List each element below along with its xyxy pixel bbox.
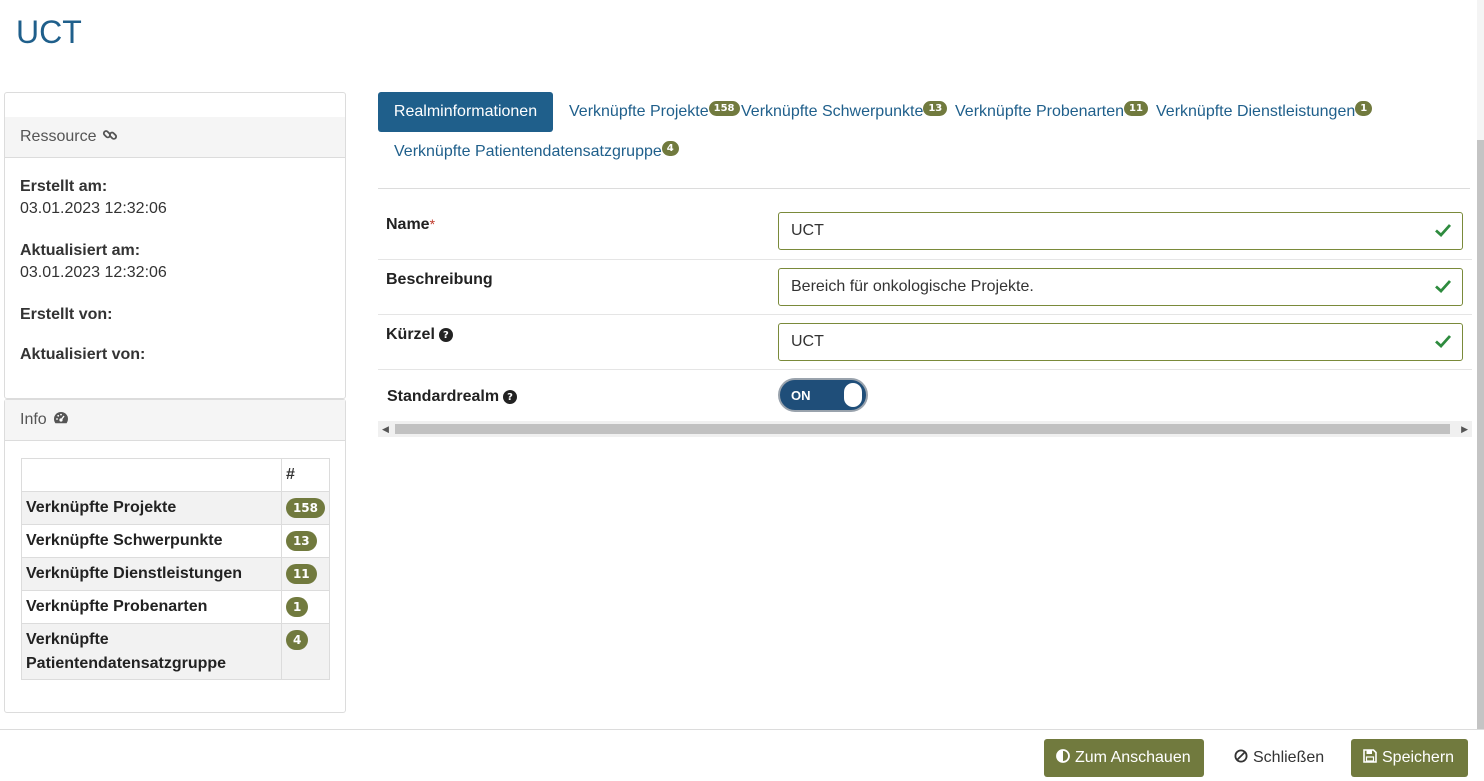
default-realm-label: Standardrealm ? xyxy=(387,388,518,406)
info-row-label: Verknüpfte Projekte xyxy=(21,491,282,525)
updated-at-value: 03.01.2023 12:32:06 xyxy=(20,264,167,281)
form-row-description: Beschreibung Bereich für onkologische Pr… xyxy=(378,260,1472,315)
table-row: Verknüpfte Schwerpunkte 13 xyxy=(21,524,331,558)
tab-linked-focus-areas[interactable]: Verknüpfte Schwerpunkte 13 xyxy=(741,101,948,121)
ban-icon xyxy=(1234,749,1248,768)
close-button-label: Schließen xyxy=(1253,749,1325,766)
scrollbar-thumb[interactable] xyxy=(395,424,1450,434)
tab-label: Verknüpfte Patientendatensatzgruppe xyxy=(394,143,662,160)
tab-count-badge: 1 xyxy=(1355,101,1373,116)
tab-label: Verknüpfte Schwerpunkte xyxy=(741,103,924,120)
view-button[interactable]: Zum Anschauen xyxy=(1044,739,1204,777)
count-badge: 1 xyxy=(285,597,309,617)
tab-count-badge: 11 xyxy=(1124,101,1148,116)
updated-at-label: Aktualisiert am: xyxy=(20,242,141,259)
info-panel-heading: Info xyxy=(5,400,345,441)
name-input[interactable]: UCT xyxy=(778,212,1463,250)
default-realm-label-text: Standardrealm xyxy=(387,388,500,405)
tab-count-badge: 4 xyxy=(661,141,679,156)
tab-count-badge: 158 xyxy=(708,101,740,116)
form-row-abbreviation: Kürzel ? UCT xyxy=(378,315,1472,370)
info-row-label: Verknüpfte Probenarten xyxy=(21,590,282,624)
count-badge: 158 xyxy=(285,498,325,518)
check-icon xyxy=(1434,332,1452,355)
check-icon xyxy=(1434,221,1452,244)
toggle-state-label: ON xyxy=(791,387,811,403)
description-input[interactable]: Bereich für onkologische Projekte. xyxy=(778,268,1463,306)
abbreviation-label-text: Kürzel xyxy=(386,326,435,343)
tab-linked-projects[interactable]: Verknüpfte Projekte 158 xyxy=(569,101,740,121)
tabs-divider xyxy=(378,188,1470,189)
created-at-label: Erstellt am: xyxy=(20,178,108,195)
count-badge: 11 xyxy=(285,564,317,584)
form-row-name: Name * UCT xyxy=(378,204,1472,260)
dashboard-icon xyxy=(53,411,69,430)
required-mark: * xyxy=(429,216,436,232)
toggle-knob xyxy=(844,383,862,407)
created-by-label: Erstellt von: xyxy=(20,306,113,323)
question-icon[interactable]: ? xyxy=(503,390,518,404)
info-table: # Verknüpfte Projekte 158 Verknüpfte Sch… xyxy=(21,458,331,680)
page-title: UCT xyxy=(16,14,82,50)
tab-count-badge: 13 xyxy=(923,101,948,116)
abbreviation-input-value: UCT xyxy=(791,333,824,350)
info-row-label-line1: Verknüpfte xyxy=(26,631,109,648)
view-button-label: Zum Anschauen xyxy=(1075,749,1191,766)
scroll-left-arrow-icon[interactable]: ◀ xyxy=(382,424,389,435)
table-row: Verknüpfte Probenarten 1 xyxy=(21,590,331,624)
tab-linked-patient-record-groups[interactable]: Verknüpfte Patientendatensatzgruppe 4 xyxy=(394,141,679,161)
vertical-scrollbar[interactable] xyxy=(1477,0,1484,730)
tab-label: Verknüpfte Projekte xyxy=(569,103,709,120)
check-icon xyxy=(1434,277,1452,300)
resource-panel-heading: Ressource xyxy=(5,117,345,158)
info-heading-label: Info xyxy=(20,411,47,428)
link-icon xyxy=(102,127,118,148)
tab-linked-services[interactable]: Verknüpfte Dienstleistungen 1 xyxy=(1156,101,1373,121)
save-button[interactable]: Speichern xyxy=(1351,739,1468,777)
info-row-label: Verknüpfte Patientendatensatzgruppe xyxy=(21,623,282,680)
info-row-label-line2: Patientendatensatzgruppe xyxy=(26,655,227,672)
save-button-label: Speichern xyxy=(1382,749,1455,766)
question-icon[interactable]: ? xyxy=(438,328,453,342)
info-panel: Info # Verknüpfte Projekte 158 Verknüpft… xyxy=(4,399,346,713)
tab-label: Verknüpfte Dienstleistungen xyxy=(1156,103,1356,120)
updated-by-label: Aktualisiert von: xyxy=(20,346,146,363)
description-input-value: Bereich für onkologische Projekte. xyxy=(791,278,1034,295)
info-row-label: Verknüpfte Schwerpunkte xyxy=(21,524,282,558)
created-at-value: 03.01.2023 12:32:06 xyxy=(20,200,167,217)
info-label-header xyxy=(21,458,282,492)
tab-label: Verknüpfte Probenarten xyxy=(955,103,1125,120)
abbreviation-label: Kürzel ? xyxy=(386,326,453,344)
table-row: Verknüpfte Projekte 158 xyxy=(21,491,331,525)
name-label-text: Name xyxy=(386,216,430,233)
save-icon xyxy=(1363,748,1377,768)
default-realm-toggle[interactable]: ON xyxy=(778,378,868,412)
close-button[interactable]: Schließen xyxy=(1222,739,1334,777)
description-label: Beschreibung xyxy=(386,271,493,288)
contrast-icon xyxy=(1056,748,1070,768)
tab-linked-sample-types[interactable]: Verknüpfte Probenarten 11 xyxy=(955,101,1148,121)
resource-heading-label: Ressource xyxy=(20,128,97,145)
scroll-right-arrow-icon[interactable]: ▶ xyxy=(1461,424,1468,435)
abbreviation-input[interactable]: UCT xyxy=(778,323,1463,361)
vertical-scrollbar-thumb[interactable] xyxy=(1477,140,1484,730)
resource-panel: Ressource Erstellt am: 03.01.2023 12:32:… xyxy=(4,92,346,399)
form-row-default-realm: Standardrealm ? ON xyxy=(378,370,1472,421)
info-count-header: # xyxy=(280,458,331,492)
info-row-label: Verknüpfte Dienstleistungen xyxy=(21,557,282,591)
info-table-header: # xyxy=(21,458,331,492)
count-badge: 13 xyxy=(285,531,317,551)
name-input-value: UCT xyxy=(791,222,824,239)
footer-bar: Zum Anschauen Schließen Speichern xyxy=(0,729,1484,781)
table-row: Verknüpfte Patientendatensatzgruppe 4 xyxy=(21,623,331,680)
name-label: Name * xyxy=(386,216,435,234)
horizontal-scrollbar[interactable]: ◀ ▶ xyxy=(378,421,1472,437)
tab-realminformationen[interactable]: Realminformationen xyxy=(378,92,553,132)
count-badge: 4 xyxy=(285,630,309,650)
table-row: Verknüpfte Dienstleistungen 11 xyxy=(21,557,331,591)
